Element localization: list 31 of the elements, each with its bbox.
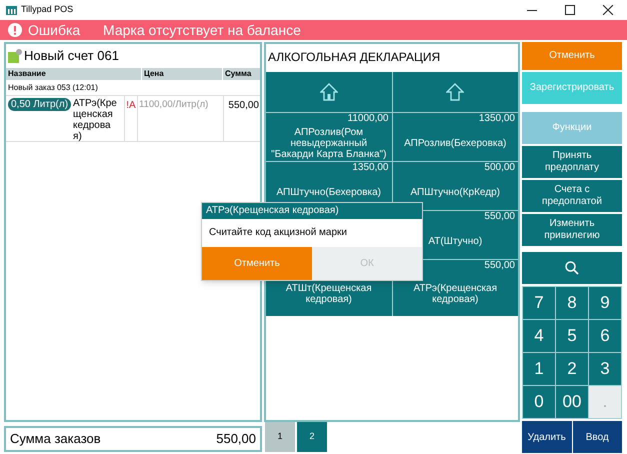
- column-header: Цена: [142, 68, 222, 80]
- error-message: Марка отсутствует на балансе: [103, 20, 301, 40]
- dialog-message: Считайте код акцизной марки: [208, 226, 348, 240]
- tile-price: 1350,00: [478, 113, 516, 125]
- tile-label: АПШтучно(Бехеровка): [276, 186, 381, 198]
- tile-price: 11000,00: [346, 113, 390, 125]
- tile-price: 550,00: [483, 260, 516, 272]
- total-value: 550,00: [216, 430, 256, 448]
- warning-label: !A: [126, 100, 136, 111]
- column-header: Сумма: [223, 68, 260, 80]
- window-title: Tillypad POS: [21, 3, 74, 16]
- column-header: Название: [6, 68, 141, 80]
- tile-label: АТ(Штучно): [428, 236, 482, 246]
- quantity-badge: 0,50 Литр(л): [8, 98, 72, 111]
- catalog-title: АЛКОГОЛЬНАЯ ДЕКЛАРАЦИЯ: [267, 49, 442, 66]
- tile-label: АТШт(Крещенская кедровая): [284, 283, 373, 305]
- price-cell: 1100,00/Литр(л): [138, 96, 224, 141]
- tile-label: АПШтучно(КрКедр): [410, 186, 500, 198]
- item-name: АТРэ(Крещенская кедровая): [73, 98, 118, 142]
- tile-price: 500,00: [483, 162, 516, 174]
- tile-price: 550,00: [483, 211, 516, 223]
- tile-label: АТРэ(Крещенская кедровая): [412, 283, 498, 305]
- sum-cell-text: 550,00: [227, 99, 260, 113]
- total-label: Сумма заказов: [10, 430, 101, 448]
- tile-label: АПРозлив(Бехеровка): [404, 138, 506, 148]
- error-label: Ошибка: [28, 20, 82, 40]
- dialog-title: АТРэ(Крещенская кедровая): [202, 203, 422, 219]
- tile-label: АПРозлив(Ром невыдержанный "Бакарди Карта Бланка"): [270, 126, 388, 160]
- order-group: Новый заказ 053 (12:01): [6, 80, 260, 96]
- bill-title: Новый счет 061: [24, 47, 119, 66]
- tile-price: 1350,00: [351, 162, 390, 174]
